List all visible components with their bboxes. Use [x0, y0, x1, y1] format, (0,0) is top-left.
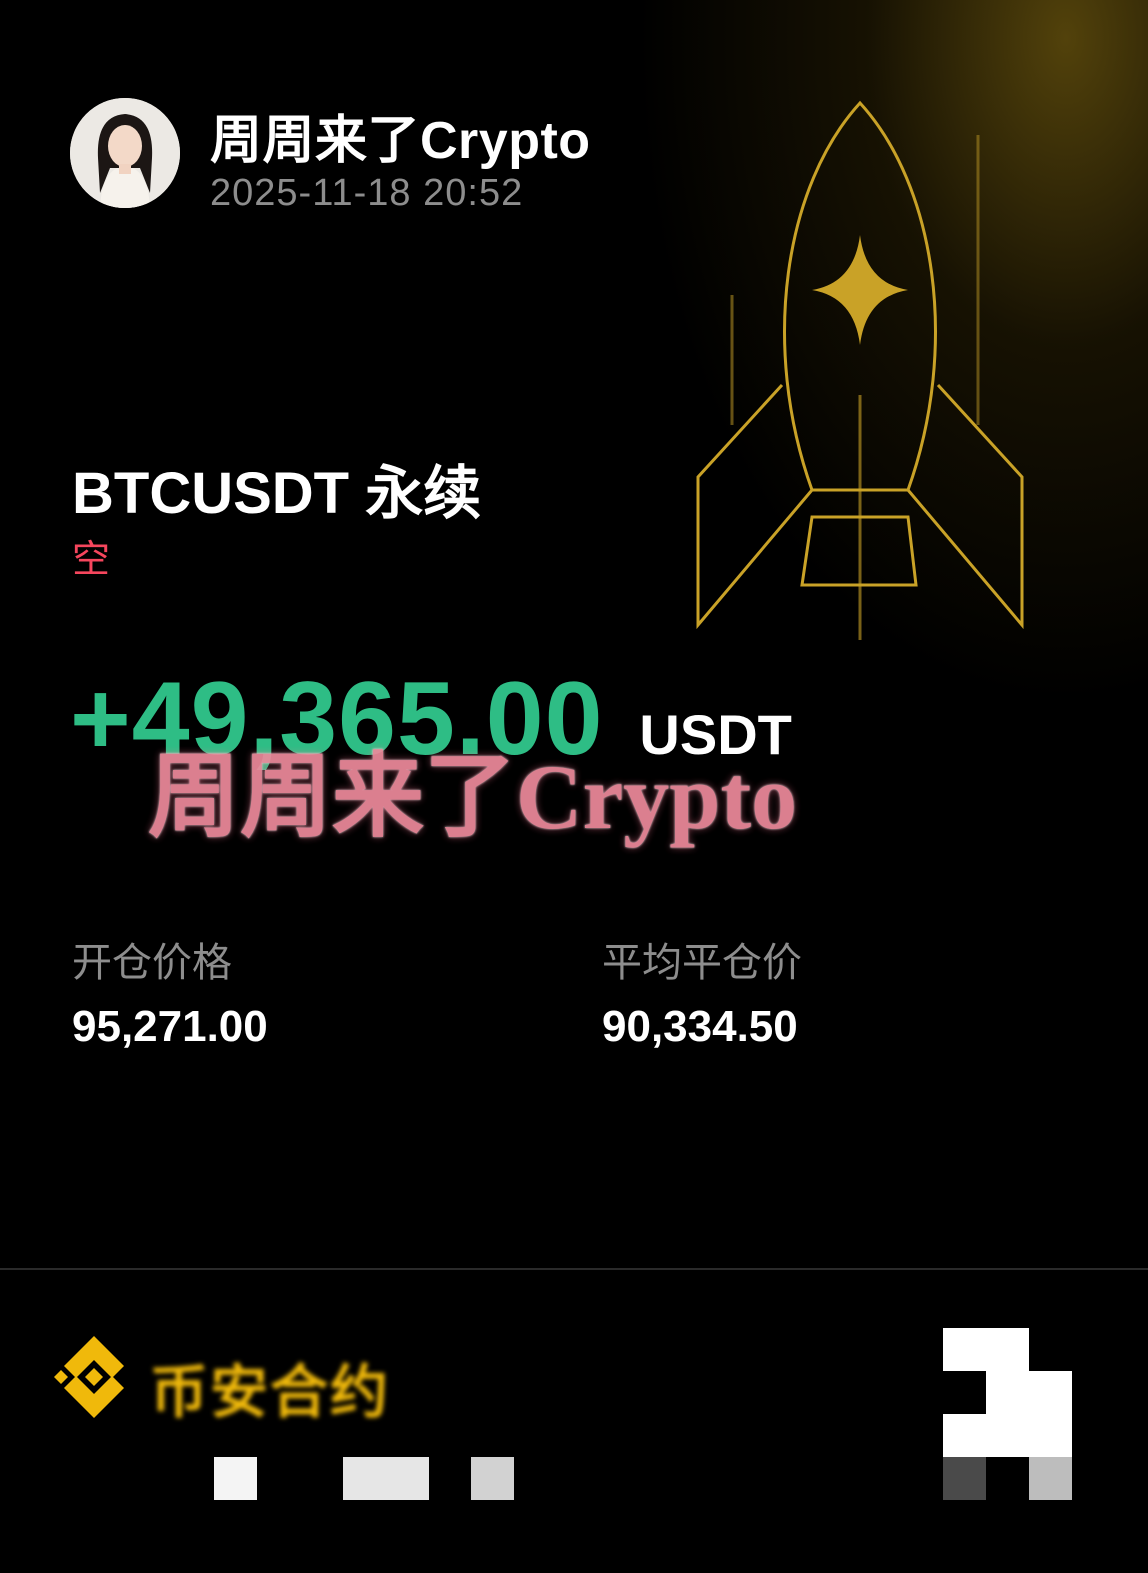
- rocket-illustration: [696, 100, 1024, 640]
- brand-name: 币安合约: [150, 1360, 391, 1425]
- author-name[interactable]: 周周来了Crypto: [210, 98, 591, 173]
- entry-price-label: 开仓价格: [72, 941, 232, 985]
- binance-logo-icon: [54, 1336, 124, 1418]
- entry-price-value: 95,271.00: [72, 1002, 268, 1051]
- post-timestamp: 2025-11-18 20:52: [210, 172, 524, 214]
- avg-close-block: 平均平仓价 90,334.50: [602, 930, 802, 1052]
- entry-price-block: 开仓价格 95,271.00: [72, 930, 268, 1052]
- position-side: 空: [72, 539, 111, 581]
- trading-pair: BTCUSDT 永续: [72, 461, 482, 526]
- avg-close-value: 90,334.50: [602, 1002, 798, 1051]
- avatar-image: [70, 98, 180, 208]
- watermark-text: 周周来了Crypto: [148, 746, 798, 848]
- avatar[interactable]: [70, 98, 180, 208]
- avg-close-label: 平均平仓价: [602, 941, 802, 985]
- footer-divider: [0, 1268, 1148, 1270]
